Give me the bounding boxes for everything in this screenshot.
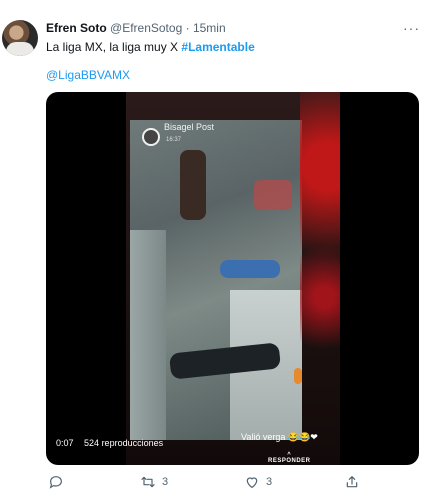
story-caption: Valió verga 😂😂❤ xyxy=(241,432,318,442)
ig-time: 16:37 xyxy=(166,137,182,143)
view-count: 524 reproducciones xyxy=(84,438,164,448)
video-frame: Bisagel Post 16:37 Valió verga 😂😂❤ ^ RES… xyxy=(126,92,340,465)
tweet-text: La liga MX, la liga muy X #Lamentable xyxy=(46,40,255,54)
author-handle[interactable]: @EfrenSotog xyxy=(110,21,182,35)
scene-person-blue xyxy=(220,260,280,278)
reply-button[interactable] xyxy=(48,474,70,490)
scene-wall xyxy=(130,230,166,440)
red-glow xyxy=(300,92,340,465)
like-button[interactable]: 3 xyxy=(244,474,272,490)
video-duration: 0:07 xyxy=(56,438,74,448)
hashtag-link[interactable]: #Lamentable xyxy=(181,40,254,54)
video-stats: 0:07 524 reproducciones xyxy=(56,438,171,448)
author-name[interactable]: Efren Soto xyxy=(46,21,107,35)
tweet-actions: 3 3 xyxy=(46,472,419,492)
ig-avatar xyxy=(142,128,160,146)
reply-icon xyxy=(49,476,62,489)
scene-person xyxy=(180,150,206,220)
tweet-time[interactable]: 15min xyxy=(193,21,226,35)
mention-link[interactable]: @LigaBBVAMX xyxy=(46,68,130,82)
retweet-button[interactable]: 3 xyxy=(140,474,168,490)
share-button[interactable] xyxy=(344,474,360,490)
ig-username: Bisagel Post xyxy=(164,122,215,132)
video-player[interactable]: Bisagel Post 16:37 Valió verga 😂😂❤ ^ RES… xyxy=(46,92,419,465)
story-reply-label: ^ RESPONDER xyxy=(268,452,311,464)
tweet: Efren Soto @EfrenSotog · 15min ··· La li… xyxy=(0,0,441,501)
tweet-header: Efren Soto @EfrenSotog · 15min xyxy=(46,21,226,35)
avatar[interactable] xyxy=(2,20,38,56)
tweet-body: La liga MX, la liga muy X xyxy=(46,40,182,54)
retweet-icon xyxy=(141,476,155,488)
like-count: 3 xyxy=(266,476,273,488)
heart-icon xyxy=(246,477,258,488)
scene-red-object xyxy=(254,180,292,210)
separator-dot: · xyxy=(185,21,190,35)
share-icon xyxy=(346,476,358,488)
video-screen xyxy=(130,120,302,440)
retweet-count: 3 xyxy=(162,476,169,488)
reply-label-text: RESPONDER xyxy=(268,458,311,464)
more-options-icon[interactable]: ··· xyxy=(403,20,420,36)
